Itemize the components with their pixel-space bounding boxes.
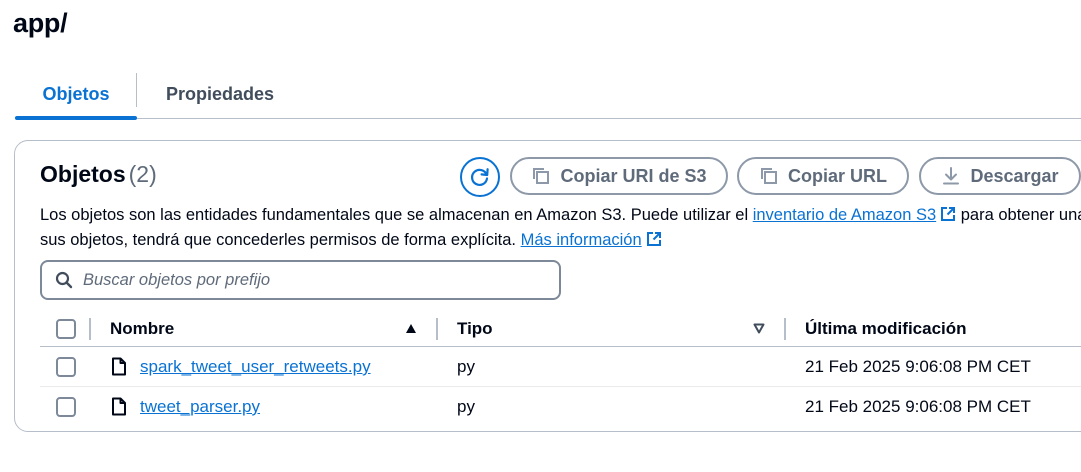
s3-inventory-link[interactable]: inventario de Amazon S3: [753, 206, 936, 224]
object-last-modified: 21 Feb 2025 9:06:08 PM CET: [805, 357, 1031, 376]
tab-divider: [136, 73, 137, 107]
tab-bar: Objetos Propiedades: [15, 71, 1081, 120]
file-icon: [112, 357, 126, 376]
description-line-1: Los objetos son las entidades fundamenta…: [40, 203, 1081, 228]
select-all-checkbox[interactable]: [56, 319, 76, 339]
description-text: Los objetos son las entidades fundamenta…: [40, 206, 753, 224]
download-label: Descargar: [970, 165, 1059, 186]
refresh-icon: [470, 168, 489, 186]
object-name-link[interactable]: tweet_parser.py: [140, 397, 260, 417]
sort-descending-icon[interactable]: [752, 321, 766, 335]
table-row[interactable]: tweet_parser.py py 21 Feb 2025 9:06:08 P…: [40, 387, 1081, 427]
copy-icon: [533, 168, 550, 184]
description-line-2: sus objetos, tendrá que concederles perm…: [40, 228, 1081, 253]
description-text: sus objetos, tendrá que concederles perm…: [40, 231, 521, 249]
panel-description: Los objetos son las entidades fundamenta…: [40, 203, 1081, 253]
column-divider: [89, 318, 91, 340]
table-header: Nombre Tipo Última modificación: [40, 313, 1081, 347]
column-header-nombre[interactable]: Nombre: [110, 319, 174, 339]
search-box: [40, 260, 561, 300]
download-icon: [943, 167, 960, 185]
object-type: py: [457, 357, 475, 376]
objects-panel: Objetos (2) Copiar URI de S3 Copiar URL D…: [14, 140, 1081, 432]
search-icon: [55, 271, 73, 289]
object-last-modified: 21 Feb 2025 9:06:08 PM CET: [805, 397, 1031, 416]
copy-icon: [761, 168, 777, 184]
external-link-icon: [646, 232, 661, 246]
copy-s3-uri-label: Copiar URI de S3: [560, 165, 707, 186]
search-input[interactable]: [83, 270, 523, 290]
column-header-ultima-modificacion[interactable]: Última modificación: [805, 319, 967, 339]
object-type: py: [457, 397, 475, 416]
external-link-icon: [941, 207, 956, 221]
refresh-button[interactable]: [460, 157, 500, 197]
tab-objetos[interactable]: Objetos: [15, 71, 137, 120]
copy-url-label: Copiar URL: [788, 165, 887, 186]
column-header-tipo[interactable]: Tipo: [457, 319, 493, 339]
sort-ascending-icon[interactable]: [404, 321, 418, 335]
file-icon: [112, 397, 126, 416]
row-checkbox[interactable]: [56, 357, 76, 377]
more-info-link[interactable]: Más información: [521, 231, 642, 249]
object-count: (2): [128, 161, 157, 187]
object-name-link[interactable]: spark_tweet_user_retweets.py: [140, 357, 371, 377]
row-checkbox[interactable]: [56, 397, 76, 417]
tab-propiedades[interactable]: Propiedades: [139, 71, 301, 118]
description-text: para obtener una lista de todos los obje…: [960, 206, 1081, 224]
column-divider: [784, 318, 786, 340]
table-row[interactable]: spark_tweet_user_retweets.py py 21 Feb 2…: [40, 347, 1081, 387]
copy-url-button[interactable]: Copiar URL: [737, 157, 909, 195]
copy-s3-uri-button[interactable]: Copiar URI de S3: [510, 157, 728, 195]
download-button[interactable]: Descargar: [919, 157, 1081, 195]
panel-header: Objetos (2): [40, 161, 157, 188]
column-divider: [436, 318, 438, 340]
panel-title: Objetos: [40, 161, 126, 187]
page-title: app/: [13, 8, 68, 38]
